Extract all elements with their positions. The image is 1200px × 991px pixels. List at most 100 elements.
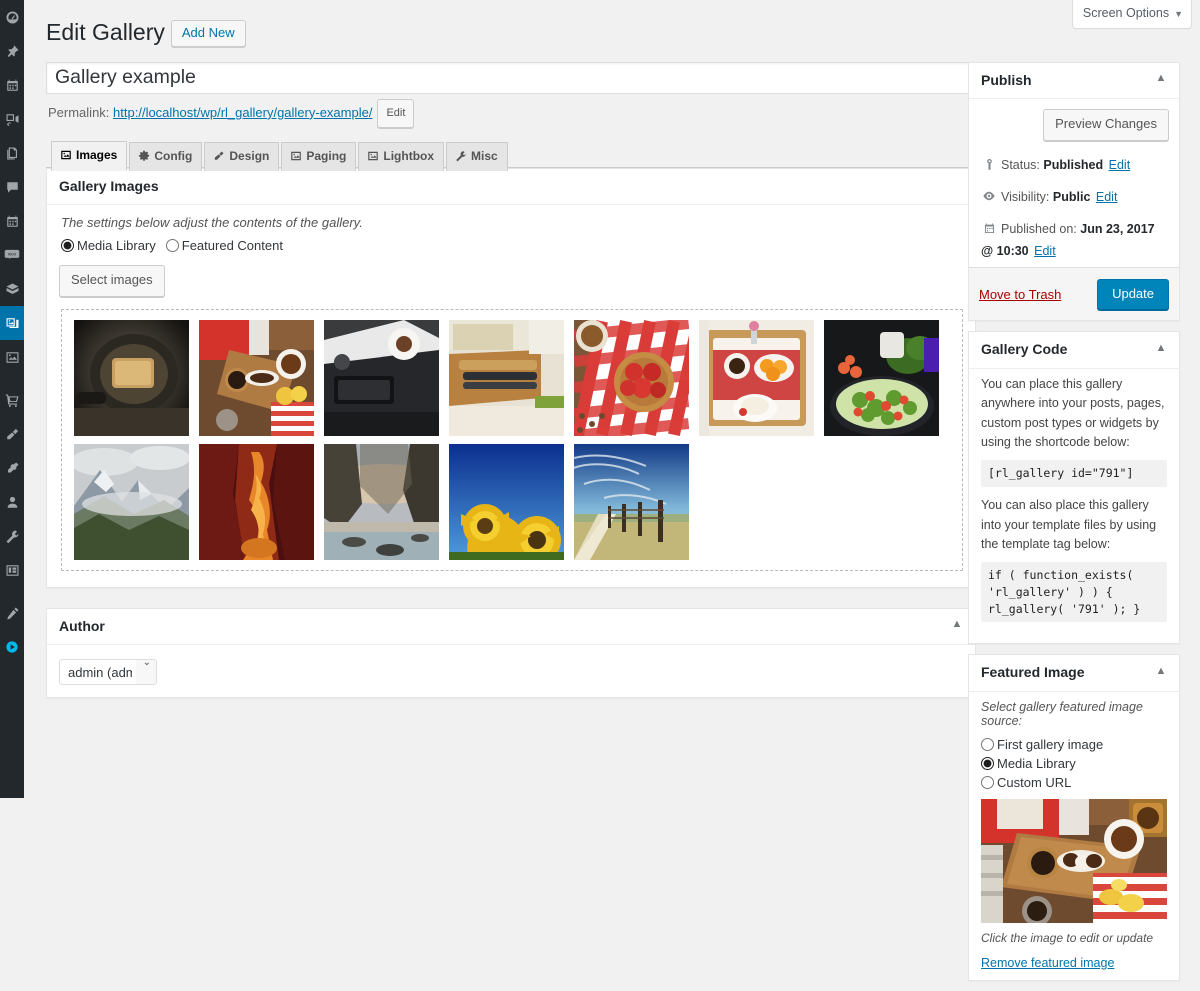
radio-media-library[interactable]: Media Library	[61, 238, 156, 253]
tab-label: Misc	[471, 149, 498, 163]
menu-calendar[interactable]	[0, 204, 24, 238]
menu-products[interactable]	[0, 272, 24, 306]
list-item[interactable]	[574, 320, 689, 436]
list-item[interactable]	[699, 320, 814, 436]
status-value: Published	[1043, 158, 1103, 172]
menu-users[interactable]	[0, 485, 24, 519]
radio-custom-url[interactable]: Custom URL	[981, 775, 1167, 790]
permalink-link[interactable]: http://localhost/wp/rl_gallery/gallery-e…	[113, 105, 372, 120]
gallery-title-input[interactable]	[46, 62, 976, 94]
eye-icon	[981, 189, 997, 209]
play-circle-icon	[5, 640, 19, 654]
list-item[interactable]	[324, 320, 439, 436]
menu-comments[interactable]	[0, 170, 24, 204]
radio-featured-media-library-input[interactable]	[981, 757, 994, 770]
menu-posts[interactable]	[0, 34, 24, 68]
toggle-author-panel-button[interactable]: ▲	[945, 613, 969, 637]
edit-status-link[interactable]: Edit	[1109, 158, 1131, 172]
menu-media[interactable]	[0, 102, 24, 136]
screen-meta-links: Screen Options▼	[1072, 0, 1192, 29]
publish-panel-title[interactable]: Publish ▲	[969, 63, 1179, 100]
list-item[interactable]	[324, 444, 439, 560]
gallery-stack-icon	[5, 316, 20, 331]
pushpin-icon	[5, 44, 20, 59]
featured-image-thumbnail[interactable]	[981, 799, 1167, 923]
author-select[interactable]: admin (admin)	[59, 659, 157, 685]
radio-media-library-input[interactable]	[61, 239, 74, 252]
menu-gallery[interactable]	[0, 306, 24, 340]
menu-dashboard[interactable]	[0, 0, 24, 34]
tab-label: Config	[154, 149, 192, 163]
list-item[interactable]	[199, 444, 314, 560]
list-item[interactable]	[449, 444, 564, 560]
preview-changes-button[interactable]: Preview Changes	[1043, 109, 1169, 140]
featured-image-panel-body: Select gallery featured image source: Fi…	[969, 700, 1179, 980]
plug-icon	[5, 461, 20, 476]
tab-config[interactable]: Config	[129, 142, 202, 171]
toggle-publish-panel-button[interactable]: ▲	[1149, 67, 1173, 91]
calendar-alt-icon	[5, 214, 20, 229]
radio-featured-content-input[interactable]	[166, 239, 179, 252]
move-to-trash-link[interactable]: Move to Trash	[979, 287, 1061, 302]
dashboard-icon	[5, 10, 20, 25]
menu-woocommerce[interactable]: woo	[0, 238, 24, 272]
screen-options-label: Screen Options	[1083, 6, 1169, 20]
radio-featured-media-library[interactable]: Media Library	[981, 756, 1167, 771]
tab-misc[interactable]: Misc	[446, 142, 508, 171]
tab-paging[interactable]: Paging	[281, 142, 356, 171]
menu-settings[interactable]	[0, 553, 24, 587]
edit-visibility-link[interactable]: Edit	[1096, 190, 1118, 204]
list-item[interactable]	[74, 444, 189, 560]
admin-sidebar[interactable]: woo	[0, 0, 24, 798]
permalink-edit-button[interactable]: Edit	[377, 99, 414, 128]
tab-label: Paging	[306, 149, 346, 163]
toggle-gallery-code-panel-button[interactable]: ▲	[1149, 336, 1173, 360]
tab-design[interactable]: Design	[204, 142, 279, 171]
update-button[interactable]: Update	[1097, 279, 1169, 311]
edit-published-link[interactable]: Edit	[1034, 244, 1056, 258]
gallery-code-panel-title[interactable]: Gallery Code ▲	[969, 332, 1179, 369]
radio-first-gallery-image[interactable]: First gallery image	[981, 737, 1167, 752]
select-images-button[interactable]: Select images	[59, 265, 165, 296]
tab-images[interactable]: Images	[51, 141, 127, 171]
remove-featured-image-link[interactable]: Remove featured image	[981, 956, 1114, 970]
menu-pages[interactable]	[0, 136, 24, 170]
menu-sliders[interactable]	[0, 340, 24, 374]
add-new-button[interactable]: Add New	[171, 20, 246, 48]
panel-title-text: Author	[59, 618, 105, 634]
major-publishing-actions: Move to Trash Update	[969, 268, 1179, 321]
image-frame-icon	[5, 350, 20, 365]
author-panel-title[interactable]: Author ▲	[47, 609, 975, 646]
menu-events[interactable]	[0, 68, 24, 102]
menu-editor[interactable]	[0, 596, 24, 630]
gallery-images-dropzone[interactable]	[61, 309, 963, 571]
status-row: Status: Published Edit	[979, 151, 1169, 183]
list-item[interactable]	[199, 320, 314, 436]
featured-image-panel-title[interactable]: Featured Image ▲	[969, 655, 1179, 692]
tab-lightbox[interactable]: Lightbox	[358, 142, 444, 171]
list-item[interactable]	[824, 320, 939, 436]
panel-title-text: Publish	[981, 72, 1032, 88]
template-tag-value[interactable]: if ( function_exists( 'rl_gallery' ) ) {…	[981, 562, 1167, 622]
radio-label: Featured Content	[182, 238, 283, 253]
gallery-images-panel-title[interactable]: Gallery Images	[47, 169, 975, 206]
list-item[interactable]	[74, 320, 189, 436]
radio-first-gallery-image-input[interactable]	[981, 738, 994, 751]
menu-video[interactable]	[0, 630, 24, 664]
list-item[interactable]	[449, 320, 564, 436]
template-tag-description: You can also place this gallery into you…	[981, 496, 1167, 554]
shortcode-value[interactable]: [rl_gallery id="791"]	[981, 460, 1167, 487]
menu-appearance[interactable]	[0, 417, 24, 451]
radio-custom-url-input[interactable]	[981, 776, 994, 789]
radio-featured-content[interactable]: Featured Content	[166, 238, 283, 253]
menu-shop[interactable]	[0, 383, 24, 417]
author-select-wrap: admin (admin) ⌄	[59, 651, 157, 689]
list-item[interactable]	[574, 444, 689, 560]
menu-plugins[interactable]	[0, 451, 24, 485]
woo-icon: woo	[4, 248, 20, 262]
radio-label: First gallery image	[997, 737, 1103, 752]
menu-tools[interactable]	[0, 519, 24, 553]
toggle-featured-image-panel-button[interactable]: ▲	[1149, 659, 1173, 683]
screen-options-button[interactable]: Screen Options▼	[1072, 0, 1192, 29]
gallery-description: The settings below adjust the contents o…	[61, 215, 963, 230]
